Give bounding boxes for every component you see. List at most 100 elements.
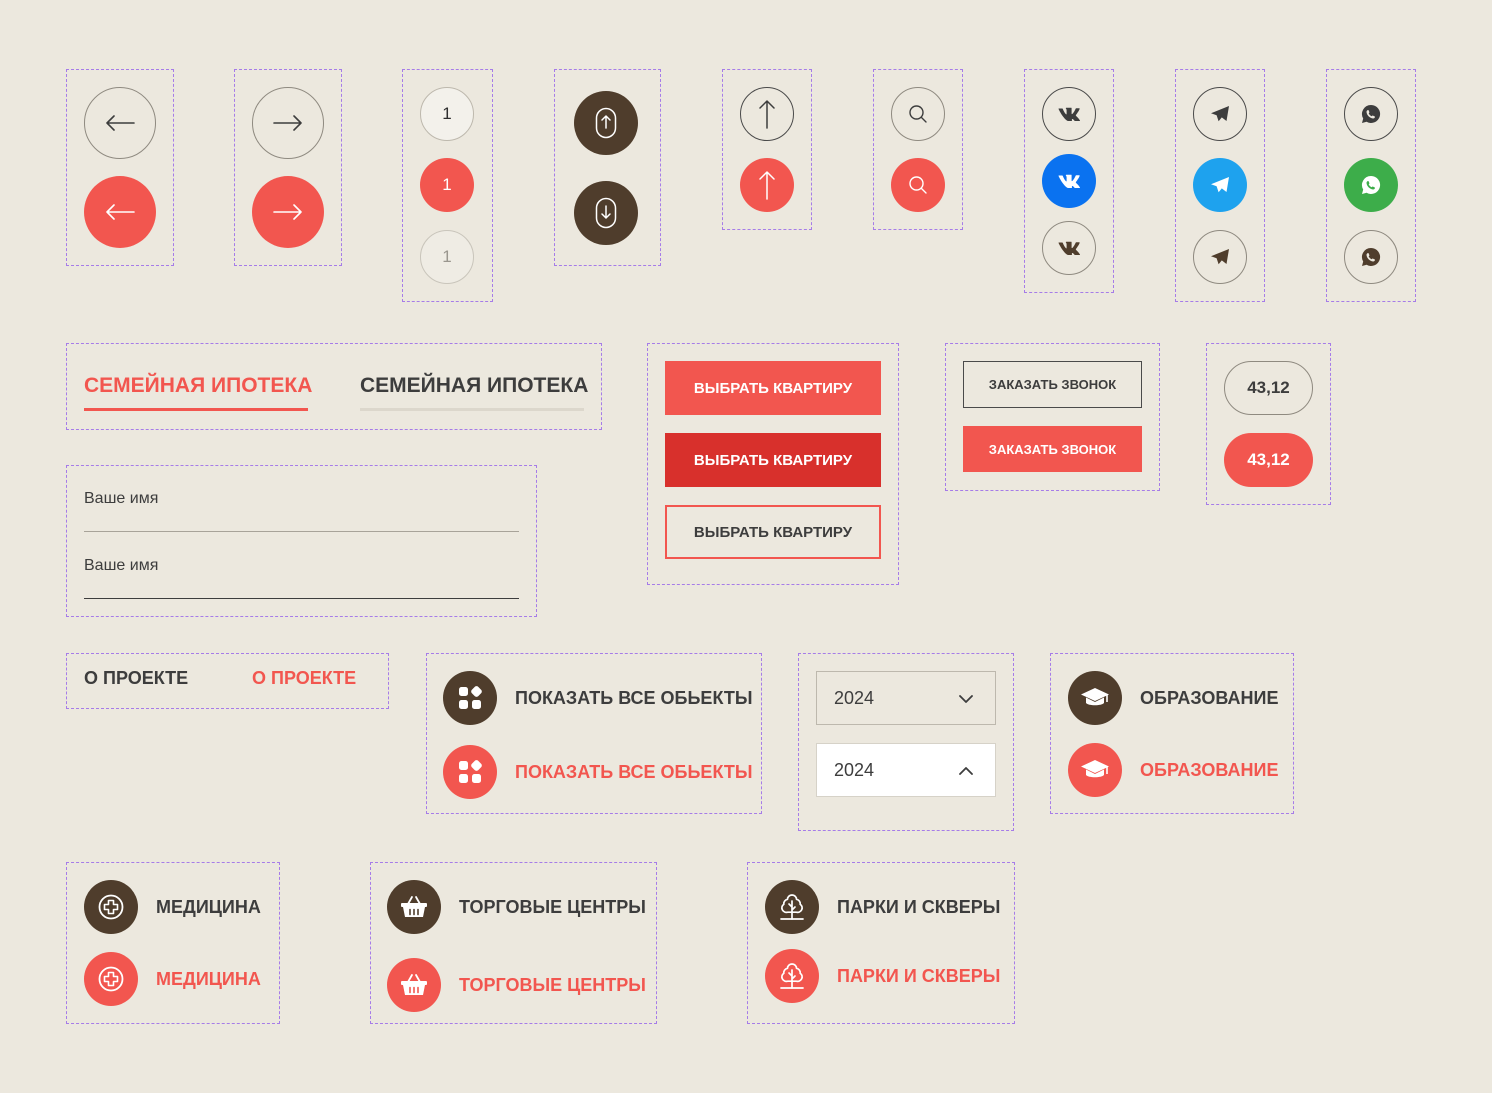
graduation-cap-icon (1081, 688, 1109, 706)
search-icon (909, 176, 927, 194)
vk-button-active[interactable] (1042, 154, 1096, 208)
whatsapp-icon (1361, 247, 1381, 266)
whatsapp-button-active[interactable] (1344, 158, 1398, 212)
area-pill-filled[interactable]: 43,12 (1224, 433, 1313, 487)
parks-icon-button[interactable] (765, 880, 819, 934)
telegram-button[interactable] (1193, 87, 1247, 141)
prev-button-active[interactable] (84, 176, 156, 248)
to-top-button-active[interactable] (740, 158, 794, 212)
page-number: 1 (442, 175, 452, 194)
page-number: 1 (442, 247, 452, 266)
medicine-label-active[interactable]: МЕДИЦИНА (156, 969, 261, 990)
callback-button-outline[interactable]: ЗАКАЗАТЬ ЗВОНОК (963, 361, 1142, 408)
nav-link-about[interactable]: О ПРОЕКТЕ (84, 668, 188, 689)
tab-mortgage-active[interactable]: СЕМЕЙНАЯ ИПОТЕКА (84, 374, 312, 398)
show-all-icon-button[interactable] (443, 671, 497, 725)
callback-button[interactable]: ЗАКАЗАТЬ ЗВОНОК (963, 426, 1142, 472)
page-button-active[interactable]: 1 (420, 158, 474, 212)
whatsapp-icon (1361, 104, 1381, 123)
telegram-icon (1211, 249, 1229, 265)
next-button-active[interactable] (252, 176, 324, 248)
year-select-value: 2024 (834, 759, 875, 780)
year-select-closed[interactable]: 2024 (816, 671, 996, 725)
tab-mortgage[interactable]: СЕМЕЙНАЯ ИПОТЕКА (360, 374, 588, 398)
vk-button[interactable] (1042, 87, 1096, 141)
arrow-left-icon (106, 115, 135, 131)
medicine-label[interactable]: МЕДИЦИНА (156, 897, 261, 918)
medical-cross-icon (98, 894, 124, 920)
page-button-default[interactable]: 1 (420, 87, 474, 141)
chevron-up-icon (959, 767, 973, 775)
grid-icon (459, 760, 482, 783)
area-pill-outline[interactable]: 43,12 (1224, 361, 1313, 415)
telegram-icon (1211, 177, 1229, 193)
medicine-icon-button-active[interactable] (84, 952, 138, 1006)
vk-button-muted[interactable] (1042, 221, 1096, 275)
search-button-active[interactable] (891, 158, 945, 212)
name-field-filled[interactable]: Ваше имя (84, 557, 158, 575)
tab-label: СЕМЕЙНАЯ ИПОТЕКА (360, 374, 589, 397)
education-label[interactable]: ОБРАЗОВАНИЕ (1140, 688, 1278, 709)
parks-label[interactable]: ПАРКИ И СКВЕРЫ (837, 897, 1000, 918)
arrow-right-icon (273, 204, 302, 220)
medicine-icon-button[interactable] (84, 880, 138, 934)
prev-button[interactable] (84, 87, 156, 159)
malls-icon-button-active[interactable] (387, 958, 441, 1012)
tree-icon (780, 963, 804, 989)
arrow-left-icon (106, 204, 135, 220)
year-select-value: 2024 (834, 687, 875, 708)
vk-icon (1058, 241, 1080, 255)
education-icon-button[interactable] (1068, 671, 1122, 725)
malls-label-active[interactable]: ТОРГОВЫЕ ЦЕНТРЫ (459, 975, 646, 996)
scroll-down-button[interactable] (574, 181, 638, 245)
mouse-scroll-up-icon (595, 107, 617, 139)
malls-icon-button[interactable] (387, 880, 441, 934)
grid-icon (459, 686, 482, 709)
tab-underline (360, 408, 584, 411)
whatsapp-button[interactable] (1344, 87, 1398, 141)
nav-link-about-active[interactable]: О ПРОЕКТЕ (252, 668, 356, 689)
year-select-open[interactable]: 2024 (816, 743, 996, 797)
telegram-icon (1211, 106, 1229, 122)
telegram-button-active[interactable] (1193, 158, 1247, 212)
name-field-underline (84, 531, 519, 532)
show-all-label-active[interactable]: ПОКАЗАТЬ ВСЕ ОБЬЕКТЫ (515, 762, 753, 783)
page-number: 1 (442, 104, 452, 123)
whatsapp-button-muted[interactable] (1344, 230, 1398, 284)
show-all-icon-button-active[interactable] (443, 745, 497, 799)
search-button[interactable] (891, 87, 945, 141)
medical-cross-icon (98, 966, 124, 992)
shopping-basket-icon (401, 974, 427, 995)
parks-label-active[interactable]: ПАРКИ И СКВЕРЫ (837, 966, 1000, 987)
choose-flat-button[interactable]: ВЫБРАТЬ КВАРТИРУ (665, 361, 881, 415)
shopping-basket-icon (401, 896, 427, 917)
page-button-disabled[interactable]: 1 (420, 230, 474, 284)
next-button[interactable] (252, 87, 324, 159)
choose-flat-button-hover[interactable]: ВЫБРАТЬ КВАРТИРУ (665, 433, 881, 487)
to-top-button[interactable] (740, 87, 794, 141)
graduation-cap-icon (1081, 760, 1109, 778)
whatsapp-icon (1361, 175, 1381, 194)
arrow-up-icon (759, 171, 775, 200)
arrow-up-icon (759, 100, 775, 129)
scroll-up-button[interactable] (574, 91, 638, 155)
vk-icon (1058, 107, 1080, 121)
search-icon (909, 105, 927, 123)
malls-label[interactable]: ТОРГОВЫЕ ЦЕНТРЫ (459, 897, 646, 918)
mouse-scroll-down-icon (595, 197, 617, 229)
education-icon-button-active[interactable] (1068, 743, 1122, 797)
telegram-button-muted[interactable] (1193, 230, 1247, 284)
show-all-label[interactable]: ПОКАЗАТЬ ВСЕ ОБЬЕКТЫ (515, 688, 753, 709)
chevron-down-icon (959, 695, 973, 703)
choose-flat-button-outline[interactable]: ВЫБРАТЬ КВАРТИРУ (665, 505, 881, 559)
name-field-placeholder[interactable]: Ваше имя (84, 490, 158, 508)
arrow-right-icon (273, 115, 302, 131)
tab-underline-active (84, 408, 308, 411)
tree-icon (780, 894, 804, 920)
tab-label: СЕМЕЙНАЯ ИПОТЕКА (84, 374, 313, 397)
form-fields-group (66, 465, 537, 617)
name-field-underline-active (84, 598, 519, 599)
education-label-active[interactable]: ОБРАЗОВАНИЕ (1140, 760, 1278, 781)
parks-icon-button-active[interactable] (765, 949, 819, 1003)
vk-icon (1058, 174, 1080, 188)
